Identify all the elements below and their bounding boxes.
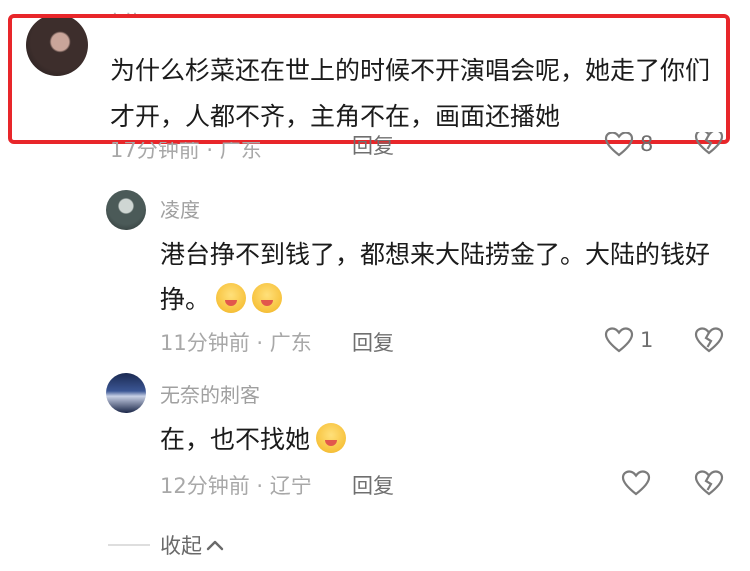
timestamp-location: 17分钟前 · 广东 (110, 142, 262, 162)
comment-thread: · ·· 为什么杉菜还在世上的时候不开演唱会呢，她走了你们才开，人都不齐，主角不… (0, 0, 750, 571)
username[interactable]: 无奈的刺客 (160, 379, 260, 408)
comment-text: 在，也不找她 (160, 417, 720, 462)
reply-button[interactable]: 回复 (352, 134, 394, 164)
like-button[interactable] (621, 469, 651, 497)
grin-emoji (216, 283, 247, 313)
comment-text: 为什么杉菜还在世上的时候不开演唱会呢，她走了你们才开，人都不齐，主角不在，画面还… (110, 56, 711, 131)
broken-heart-icon (694, 327, 724, 353)
collapse-label: 收起 (160, 534, 202, 558)
username[interactable]: 凌度 (160, 194, 200, 223)
collapse-row: 收起 (108, 530, 224, 560)
top-comment: · ·· 为什么杉菜还在世上的时候不开演唱会呢，她走了你们才开，人都不齐，主角不… (0, 0, 750, 175)
avatar[interactable] (106, 373, 146, 413)
comment-text-content: 在，也不找她 (160, 425, 311, 454)
dislike-button[interactable] (694, 326, 724, 358)
like-count: 1 (640, 328, 654, 352)
avatar[interactable] (106, 190, 146, 230)
timestamp-location: 11分钟前 · 广东 (160, 331, 312, 355)
divider (108, 544, 150, 546)
reply-button[interactable]: 回复 (352, 470, 394, 500)
like-button[interactable]: 8 (604, 132, 653, 164)
chevron-up-icon (206, 540, 224, 551)
heart-icon (621, 470, 651, 496)
pouting-emoji (316, 423, 347, 453)
broken-heart-icon (694, 132, 724, 155)
comment-text: 港台挣不到钱了，都想来大陆捞金了。大陆的钱好挣。 (160, 232, 720, 322)
reply-button[interactable]: 回复 (352, 327, 394, 357)
comment-meta-row: 17分钟前 · 广东 (110, 142, 750, 172)
timestamp-location: 12分钟前 · 辽宁 (160, 474, 312, 498)
grin-emoji (252, 283, 283, 313)
heart-icon (604, 327, 634, 353)
like-button[interactable]: 1 (604, 326, 653, 354)
collapse-button[interactable]: 收起 (160, 530, 224, 560)
like-count: 8 (640, 132, 654, 156)
dislike-button[interactable] (694, 469, 724, 501)
broken-heart-icon (694, 470, 724, 496)
heart-icon (604, 132, 634, 157)
dislike-button[interactable] (694, 132, 724, 164)
